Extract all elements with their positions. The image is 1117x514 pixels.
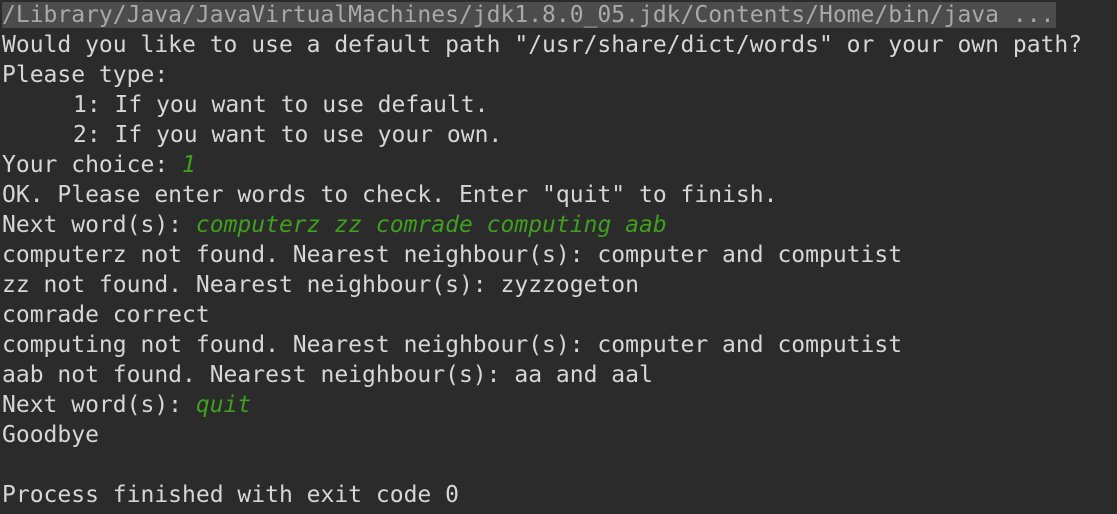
run-console-output[interactable]: /Library/Java/JavaVirtualMachines/jdk1.8…: [0, 0, 1117, 514]
next-word-label: Next word(s):: [2, 392, 196, 418]
path-question: Would you like to use a default path "/u…: [2, 32, 1083, 58]
result-line: computerz not found. Nearest neighbour(s…: [2, 242, 903, 268]
result-line: computing not found. Nearest neighbour(s…: [2, 332, 903, 358]
next-word-label: Next word(s):: [2, 212, 196, 238]
command-text: /Library/Java/JavaVirtualMachines/jdk1.8…: [2, 2, 1057, 28]
next-word-line-1: Next word(s): computerz zz comrade compu…: [0, 210, 1117, 240]
option-2: 2: If you want to use your own.: [73, 122, 503, 148]
result-line: aab not found. Nearest neighbour(s): aa …: [2, 362, 653, 388]
choice-label: Your choice:: [2, 152, 183, 178]
exit-message: Process finished with exit code 0: [2, 482, 459, 508]
result-line: comrade correct: [2, 302, 210, 328]
please-type: Please type:: [2, 62, 169, 88]
next-word-input: quit: [195, 392, 252, 418]
next-word-line-2: Next word(s): quit: [0, 390, 1117, 420]
result-line: zz not found. Nearest neighbour(s): zyzz…: [2, 272, 639, 298]
ok-message: OK. Please enter words to check. Enter "…: [2, 182, 778, 208]
next-word-input: computerz zz comrade computing aab: [195, 212, 667, 238]
choice-line: Your choice: 1: [0, 150, 1117, 180]
goodbye-line: Goodbye: [2, 422, 99, 448]
choice-input: 1: [182, 152, 196, 178]
command-line: /Library/Java/JavaVirtualMachines/jdk1.8…: [0, 0, 1117, 30]
option-1: 1: If you want to use default.: [73, 92, 489, 118]
